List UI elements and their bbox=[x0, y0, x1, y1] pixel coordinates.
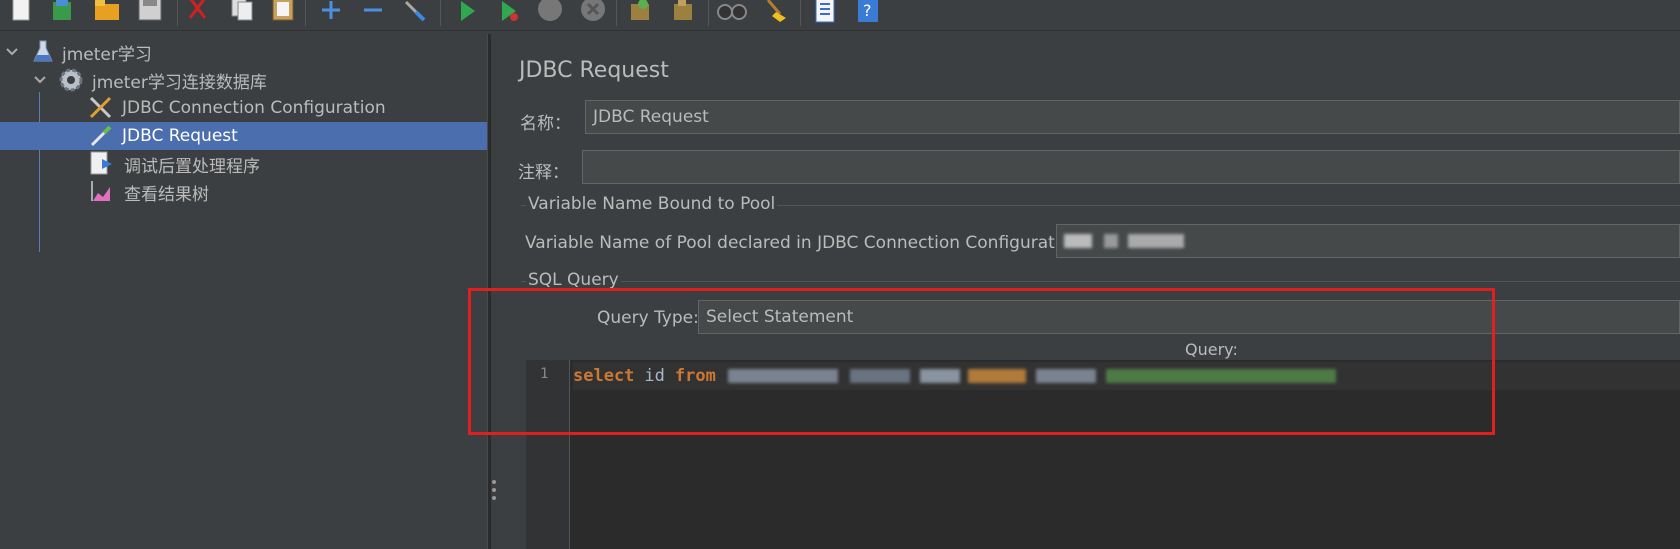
result-tree-icon bbox=[91, 181, 110, 201]
sql-keyword-from: from bbox=[674, 366, 716, 386]
redacted-text bbox=[1105, 369, 1336, 383]
divider-grip-dot bbox=[492, 496, 496, 500]
jdbc-request-panel: JDBC Request 名称： JDBC Request 注释： Variab… bbox=[500, 34, 1680, 549]
chevron-down-icon[interactable] bbox=[32, 72, 48, 88]
reset-search-icon[interactable] bbox=[760, 0, 790, 26]
redacted-text bbox=[1128, 234, 1184, 248]
comment-label: 注释： bbox=[518, 163, 569, 183]
clear-icon[interactable] bbox=[625, 0, 655, 26]
line-number-gutter: 1 bbox=[526, 360, 570, 549]
tree-item-result-tree[interactable]: 查看结果树 bbox=[0, 178, 487, 206]
sql-column: id bbox=[644, 366, 665, 386]
pool-name-label: Variable Name of Pool declared in JDBC C… bbox=[525, 233, 1087, 253]
tree-item-debug-postprocessor[interactable]: 调试后置处理程序 bbox=[0, 150, 487, 178]
sql-keyword-select: select bbox=[573, 366, 635, 386]
tree-item-jdbc-connection-config[interactable]: JDBC Connection Configuration bbox=[0, 94, 487, 122]
save-icon[interactable] bbox=[135, 0, 165, 26]
new-icon[interactable] bbox=[6, 0, 36, 26]
query-label: Query: bbox=[1185, 340, 1238, 359]
redacted-text bbox=[1104, 234, 1118, 248]
name-label: 名称： bbox=[520, 114, 571, 134]
divider-grip-dot bbox=[492, 488, 496, 492]
name-field[interactable]: JDBC Request bbox=[585, 100, 1680, 134]
redacted-text bbox=[1035, 369, 1096, 383]
shutdown-icon[interactable] bbox=[578, 0, 608, 26]
redacted-text bbox=[849, 369, 910, 383]
pool-name-field[interactable] bbox=[1056, 224, 1680, 258]
function-helper-icon[interactable] bbox=[810, 0, 840, 26]
cut-icon[interactable] bbox=[183, 0, 213, 26]
chevron-down-icon[interactable] bbox=[4, 44, 20, 60]
copy-icon[interactable] bbox=[228, 0, 258, 26]
divider-grip-dot bbox=[492, 480, 496, 484]
tree-item-label: 调试后置处理程序 bbox=[124, 156, 260, 177]
page-title: JDBC Request bbox=[519, 58, 669, 83]
sql-query-editor[interactable]: 1 select id from bbox=[526, 360, 1680, 549]
tree-item-jdbc-request[interactable]: JDBC Request bbox=[0, 122, 487, 150]
query-type-label: Query Type: bbox=[597, 308, 699, 328]
group-border bbox=[521, 281, 1680, 282]
templates-icon[interactable] bbox=[48, 0, 78, 26]
test-plan-tree: jmeter学习 jmeter学习连接数据库 JDBC Connection C… bbox=[0, 34, 487, 549]
tree-item-label: JDBC Connection Configuration bbox=[122, 98, 386, 118]
open-icon[interactable] bbox=[92, 0, 122, 26]
start-icon[interactable] bbox=[452, 0, 482, 26]
query-type-select[interactable]: Select Statement bbox=[698, 300, 1680, 334]
redacted-text bbox=[1064, 234, 1092, 248]
toggle-icon[interactable] bbox=[400, 0, 430, 26]
code-line[interactable]: select id from bbox=[573, 362, 1680, 390]
line-number: 1 bbox=[540, 366, 549, 382]
sql-query-group-title: SQL Query bbox=[526, 270, 621, 290]
expand-icon[interactable] bbox=[316, 0, 346, 26]
help-icon[interactable]: ? bbox=[853, 0, 883, 26]
tree-item-thread-group[interactable]: jmeter学习连接数据库 bbox=[0, 66, 487, 94]
tree-item-label: jmeter学习连接数据库 bbox=[92, 72, 267, 93]
paste-icon[interactable] bbox=[268, 0, 298, 26]
tree-item-label: 查看结果树 bbox=[124, 184, 209, 205]
tree-item-label: JDBC Request bbox=[122, 126, 238, 146]
thread-group-gear-icon bbox=[59, 68, 83, 92]
redacted-text bbox=[967, 369, 1026, 383]
pool-group-title: Variable Name Bound to Pool bbox=[526, 194, 778, 214]
start-no-pause-icon[interactable] bbox=[494, 0, 524, 26]
redacted-text bbox=[727, 369, 838, 383]
config-tools-icon bbox=[89, 96, 112, 119]
debug-postprocessor-icon bbox=[90, 151, 112, 175]
search-icon[interactable] bbox=[717, 0, 747, 26]
collapse-icon[interactable] bbox=[358, 0, 388, 26]
test-plan-flask-icon bbox=[33, 40, 53, 62]
clear-all-icon[interactable] bbox=[668, 0, 698, 26]
toolbar: ? bbox=[0, 0, 1680, 31]
comment-field[interactable] bbox=[582, 150, 1680, 184]
sampler-pipette-icon bbox=[90, 125, 112, 147]
redacted-text bbox=[919, 369, 960, 383]
tree-item-label: jmeter学习 bbox=[62, 44, 152, 65]
split-pane-divider[interactable] bbox=[487, 34, 491, 549]
tree-item-test-plan[interactable]: jmeter学习 bbox=[0, 38, 487, 66]
svg-text:?: ? bbox=[863, 1, 872, 20]
stop-icon[interactable] bbox=[535, 0, 565, 26]
